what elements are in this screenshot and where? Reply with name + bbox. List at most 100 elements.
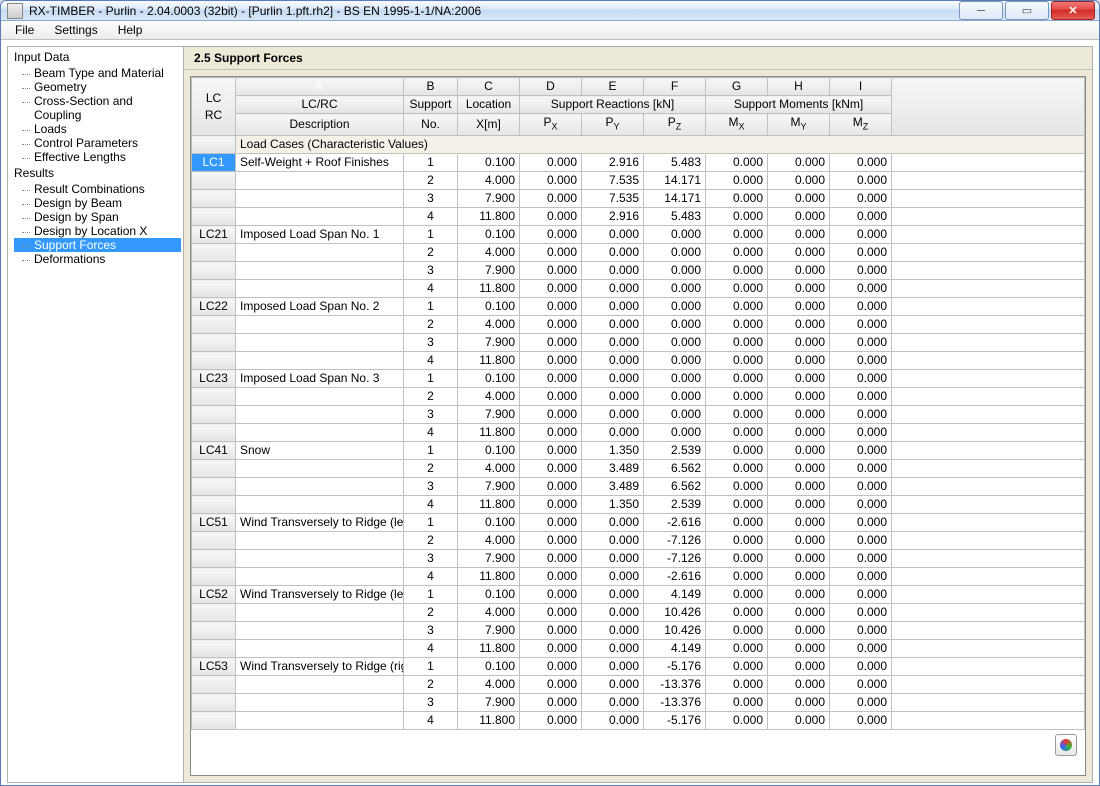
cell[interactable]: 3 <box>404 334 458 352</box>
cell[interactable]: 0.000 <box>830 370 892 388</box>
cell[interactable]: -13.376 <box>644 694 706 712</box>
cell[interactable]: 0.000 <box>520 424 582 442</box>
cell[interactable]: 0.000 <box>830 622 892 640</box>
cell-desc[interactable] <box>236 316 404 334</box>
table-row-head[interactable] <box>192 262 236 280</box>
cell-desc[interactable]: Imposed Load Span No. 3 <box>236 370 404 388</box>
cell-desc[interactable] <box>236 532 404 550</box>
table-row-head[interactable] <box>192 190 236 208</box>
table-row-head[interactable]: LC22 <box>192 298 236 316</box>
cell[interactable]: 0.000 <box>520 190 582 208</box>
cell[interactable]: 0.000 <box>520 442 582 460</box>
cell[interactable]: 0.000 <box>830 694 892 712</box>
cell[interactable]: 4.000 <box>458 316 520 334</box>
cell[interactable]: 4.000 <box>458 244 520 262</box>
cell[interactable]: 0.000 <box>520 280 582 298</box>
table-row-head[interactable] <box>192 496 236 514</box>
sidebar-item[interactable]: Cross-Section and Coupling <box>14 94 181 122</box>
cell[interactable]: 2.916 <box>582 208 644 226</box>
cell[interactable]: 0.000 <box>520 658 582 676</box>
table-row-head[interactable] <box>192 712 236 730</box>
table-row[interactable]: 411.8000.0000.0004.1490.0000.0000.000 <box>192 640 1085 658</box>
cell[interactable]: 0.000 <box>582 352 644 370</box>
cell[interactable]: 2 <box>404 172 458 190</box>
cell[interactable]: 0.000 <box>706 640 768 658</box>
cell[interactable]: 4 <box>404 352 458 370</box>
cell[interactable]: 0.000 <box>706 604 768 622</box>
cell[interactable]: 2 <box>404 244 458 262</box>
sidebar-item[interactable]: Support Forces <box>14 238 181 252</box>
cell[interactable]: 0.000 <box>582 604 644 622</box>
cell[interactable]: 0.000 <box>830 712 892 730</box>
close-button[interactable]: ✕ <box>1051 1 1095 20</box>
cell[interactable]: 4 <box>404 424 458 442</box>
col-lcrc[interactable]: LCRC <box>192 78 236 136</box>
cell[interactable]: 0.000 <box>582 550 644 568</box>
cell[interactable]: 0.000 <box>582 640 644 658</box>
cell-desc[interactable] <box>236 334 404 352</box>
cell[interactable]: 0.000 <box>520 532 582 550</box>
cell[interactable]: 0.000 <box>768 424 830 442</box>
cell-desc[interactable] <box>236 280 404 298</box>
col-letter-i[interactable]: I <box>830 78 892 96</box>
cell[interactable]: 2 <box>404 460 458 478</box>
cell-desc[interactable] <box>236 478 404 496</box>
cell[interactable]: 0.000 <box>520 334 582 352</box>
cell-desc[interactable] <box>236 640 404 658</box>
cell-desc[interactable]: Wind Transversely to Ridge (left <box>236 586 404 604</box>
table-row[interactable]: 411.8000.0000.000-5.1760.0000.0000.000 <box>192 712 1085 730</box>
cell[interactable]: 0.000 <box>644 370 706 388</box>
cell-desc[interactable] <box>236 676 404 694</box>
col-letter-e[interactable]: E <box>582 78 644 96</box>
cell-desc[interactable] <box>236 244 404 262</box>
sidebar-item[interactable]: Control Parameters <box>14 136 181 150</box>
cell[interactable]: 0.000 <box>706 496 768 514</box>
table-row[interactable]: 411.8000.0000.0000.0000.0000.0000.000 <box>192 352 1085 370</box>
table-row[interactable]: 37.9000.0000.000-13.3760.0000.0000.000 <box>192 694 1085 712</box>
cell[interactable]: -13.376 <box>644 676 706 694</box>
cell[interactable]: 0.000 <box>582 622 644 640</box>
cell[interactable]: 4.000 <box>458 460 520 478</box>
cell-desc[interactable] <box>236 208 404 226</box>
cell[interactable]: 4.000 <box>458 676 520 694</box>
cell-desc[interactable] <box>236 622 404 640</box>
sidebar-item[interactable]: Design by Span <box>14 210 181 224</box>
table-row-head[interactable] <box>192 460 236 478</box>
cell[interactable]: 0.100 <box>458 370 520 388</box>
tree-input-data[interactable]: Input Data <box>12 49 183 65</box>
cell[interactable]: 2 <box>404 676 458 694</box>
color-legend-button[interactable] <box>1055 734 1077 756</box>
col-letter-a[interactable]: A <box>236 78 404 96</box>
cell[interactable]: 0.000 <box>520 244 582 262</box>
sidebar-item[interactable]: Loads <box>14 122 181 136</box>
cell[interactable]: 0.000 <box>768 532 830 550</box>
cell[interactable]: 0.000 <box>520 172 582 190</box>
col-letter-f[interactable]: F <box>644 78 706 96</box>
cell[interactable]: 0.000 <box>706 712 768 730</box>
table-row[interactable]: 37.9000.0000.00010.4260.0000.0000.000 <box>192 622 1085 640</box>
cell[interactable]: 2 <box>404 316 458 334</box>
cell[interactable]: 0.000 <box>706 532 768 550</box>
cell[interactable]: 0.000 <box>768 370 830 388</box>
cell[interactable]: 6.562 <box>644 478 706 496</box>
table-row[interactable]: 37.9000.0000.0000.0000.0000.0000.000 <box>192 334 1085 352</box>
cell[interactable]: 0.000 <box>830 262 892 280</box>
cell[interactable]: 1 <box>404 514 458 532</box>
table-row-head[interactable] <box>192 604 236 622</box>
cell[interactable]: 4 <box>404 280 458 298</box>
cell[interactable]: 0.100 <box>458 442 520 460</box>
tree-results[interactable]: Results <box>12 165 183 181</box>
cell[interactable]: 0.000 <box>768 514 830 532</box>
cell[interactable]: 0.000 <box>768 568 830 586</box>
cell-desc[interactable]: Self-Weight + Roof Finishes <box>236 154 404 172</box>
cell[interactable]: 0.000 <box>582 424 644 442</box>
cell[interactable]: 0.000 <box>644 334 706 352</box>
cell-desc[interactable] <box>236 496 404 514</box>
cell[interactable]: 0.000 <box>830 442 892 460</box>
cell[interactable]: 0.000 <box>768 190 830 208</box>
cell[interactable]: 0.000 <box>520 586 582 604</box>
cell[interactable]: 0.000 <box>582 568 644 586</box>
cell[interactable]: 0.100 <box>458 514 520 532</box>
cell[interactable]: 11.800 <box>458 640 520 658</box>
cell[interactable]: 3 <box>404 694 458 712</box>
